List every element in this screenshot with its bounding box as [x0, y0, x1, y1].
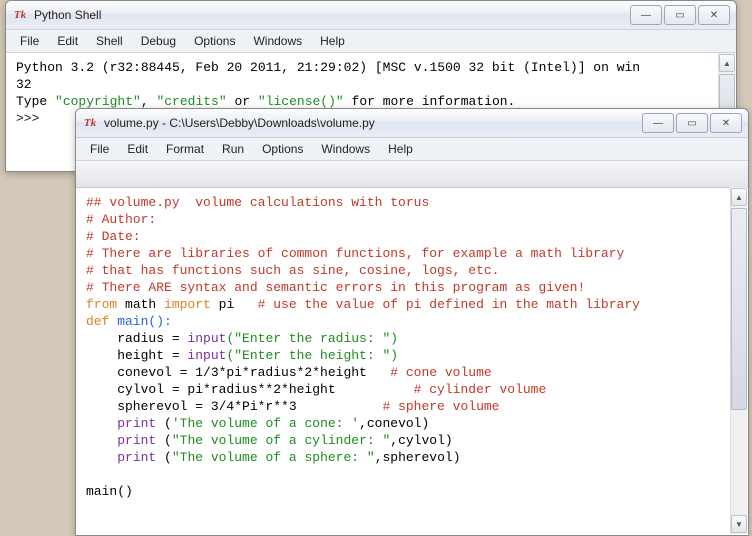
shell-titlebar[interactable]: Tk Python Shell — ▭ ✕: [6, 1, 736, 30]
menu-help[interactable]: Help: [380, 140, 421, 158]
code-text: height =: [86, 348, 187, 363]
shell-text: or: [227, 94, 258, 109]
editor-window-controls: — ▭ ✕: [642, 113, 742, 133]
code-text: (: [156, 433, 172, 448]
shell-string: "credits": [156, 94, 226, 109]
code-text: conevol = 1/3*pi*radius*2*height: [86, 365, 390, 380]
code-comment: # use the value of pi defined in the mat…: [258, 297, 640, 312]
code-comment: # sphere volume: [382, 399, 499, 414]
shell-line: 32: [16, 77, 32, 92]
code-text: [86, 433, 117, 448]
code-text: ,cylvol): [390, 433, 452, 448]
scroll-up-icon[interactable]: ▲: [731, 188, 747, 206]
code-string: 'The volume of a cone: ': [172, 416, 359, 431]
menu-windows[interactable]: Windows: [245, 32, 310, 50]
code-text: ,conevol): [359, 416, 429, 431]
menu-format[interactable]: Format: [158, 140, 212, 158]
menu-options[interactable]: Options: [186, 32, 243, 50]
shell-line: Type: [16, 94, 55, 109]
menu-file[interactable]: File: [82, 140, 117, 158]
scroll-up-icon[interactable]: ▲: [719, 54, 735, 72]
shell-string: "copyright": [55, 94, 141, 109]
code-text: cylvol = pi*radius**2*height: [86, 382, 414, 397]
code-text: (: [156, 450, 172, 465]
code-text: radius =: [86, 331, 187, 346]
editor-window: Tk volume.py - C:\Users\Debby\Downloads\…: [75, 108, 749, 536]
code-builtin: print: [117, 433, 156, 448]
code-comment: # Author:: [86, 212, 156, 227]
editor-scrollbar[interactable]: ▲ ▼: [730, 187, 747, 534]
tk-icon: Tk: [12, 7, 28, 23]
menu-edit[interactable]: Edit: [119, 140, 156, 158]
code-comment: # cone volume: [390, 365, 491, 380]
code-text: ,spherevol): [375, 450, 461, 465]
code-comment: # There ARE syntax and semantic errors i…: [86, 280, 585, 295]
minimize-button[interactable]: —: [642, 113, 674, 133]
code-string: "The volume of a sphere: ": [172, 450, 375, 465]
code-editor[interactable]: ## volume.py volume calculations with to…: [76, 188, 748, 535]
menu-run[interactable]: Run: [214, 140, 252, 158]
shell-prompt: >>>: [16, 111, 47, 126]
code-text: math: [117, 297, 164, 312]
code-keyword: def: [86, 314, 109, 329]
code-builtin: input: [187, 331, 226, 346]
menu-debug[interactable]: Debug: [133, 32, 184, 50]
shell-window-controls: — ▭ ✕: [630, 5, 730, 25]
editor-title: volume.py - C:\Users\Debby\Downloads\vol…: [104, 116, 642, 130]
code-comment: # There are libraries of common function…: [86, 246, 624, 261]
code-builtin: print: [117, 450, 156, 465]
code-comment: # that has functions such as sine, cosin…: [86, 263, 499, 278]
code-comment: # cylinder volume: [414, 382, 547, 397]
code-string: ("Enter the radius: "): [226, 331, 398, 346]
editor-menubar: File Edit Format Run Options Windows Hel…: [76, 138, 748, 161]
code-keyword: import: [164, 297, 211, 312]
editor-toolbar-strip: [76, 161, 748, 188]
code-builtin: input: [187, 348, 226, 363]
minimize-button[interactable]: —: [630, 5, 662, 25]
menu-help[interactable]: Help: [312, 32, 353, 50]
code-text: (: [156, 416, 172, 431]
code-text: spherevol = 3/4*Pi*r**3: [86, 399, 382, 414]
menu-edit[interactable]: Edit: [49, 32, 86, 50]
menu-windows[interactable]: Windows: [313, 140, 378, 158]
shell-text: for more information.: [344, 94, 516, 109]
close-button[interactable]: ✕: [710, 113, 742, 133]
menu-file[interactable]: File: [12, 32, 47, 50]
code-string: ("Enter the height: "): [226, 348, 398, 363]
code-text: [86, 450, 117, 465]
code-def-name: main():: [109, 314, 171, 329]
code-text: main(): [86, 484, 133, 499]
close-button[interactable]: ✕: [698, 5, 730, 25]
code-comment: ## volume.py volume calculations with to…: [86, 195, 429, 210]
shell-text: ,: [141, 94, 157, 109]
shell-menubar: File Edit Shell Debug Options Windows He…: [6, 30, 736, 53]
shell-line: Python 3.2 (r32:88445, Feb 20 2011, 21:2…: [16, 60, 640, 75]
shell-title: Python Shell: [34, 8, 630, 22]
menu-options[interactable]: Options: [254, 140, 311, 158]
code-keyword: from: [86, 297, 117, 312]
code-builtin: print: [117, 416, 156, 431]
menu-shell[interactable]: Shell: [88, 32, 131, 50]
code-text: pi: [211, 297, 258, 312]
tk-icon: Tk: [82, 115, 98, 131]
editor-titlebar[interactable]: Tk volume.py - C:\Users\Debby\Downloads\…: [76, 109, 748, 138]
scroll-thumb[interactable]: [731, 208, 747, 410]
code-string: "The volume of a cylinder: ": [172, 433, 390, 448]
maximize-button[interactable]: ▭: [664, 5, 696, 25]
shell-string: "license()": [258, 94, 344, 109]
code-comment: # Date:: [86, 229, 141, 244]
maximize-button[interactable]: ▭: [676, 113, 708, 133]
code-text: [86, 416, 117, 431]
scroll-down-icon[interactable]: ▼: [731, 515, 747, 533]
